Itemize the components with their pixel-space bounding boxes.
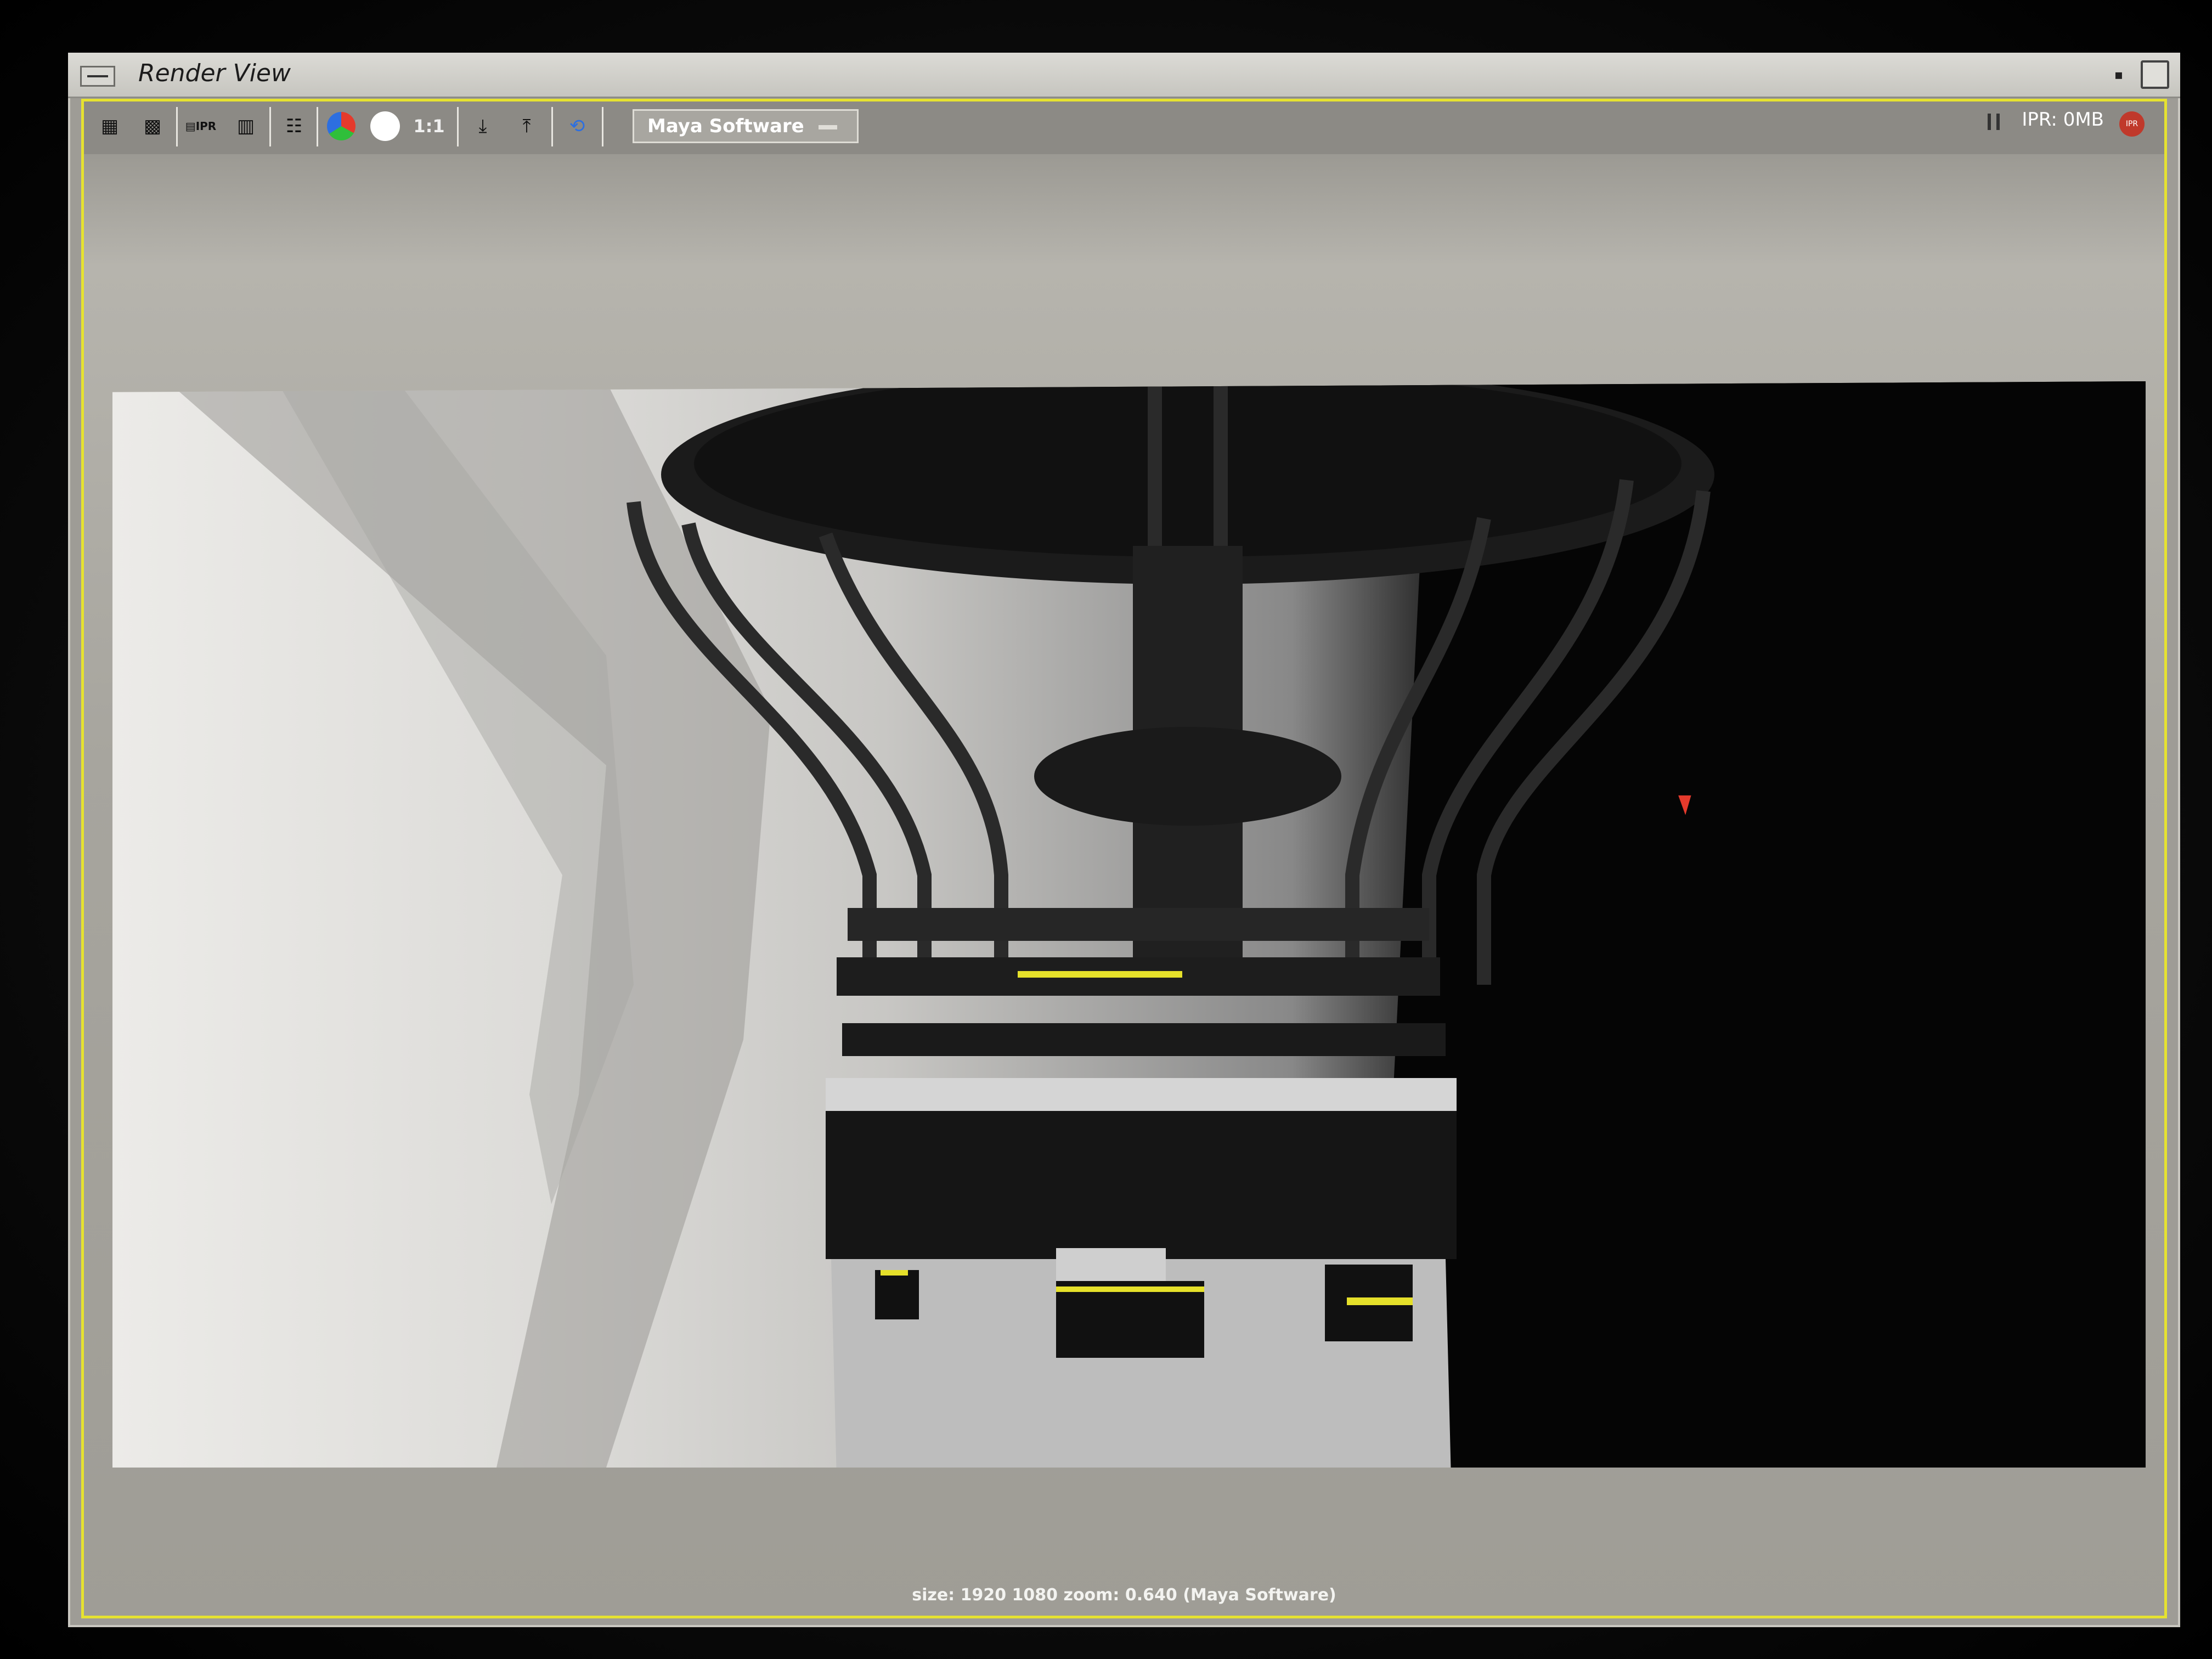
toolbar-separator — [176, 107, 178, 146]
ipr-render-button[interactable]: ▤IPR — [183, 108, 219, 144]
maximize-icon[interactable] — [2141, 60, 2169, 89]
renderer-dropdown-label: Maya Software — [647, 115, 804, 137]
window-menu-button[interactable] — [80, 66, 115, 87]
remove-image-icon: ⤒ — [522, 115, 531, 137]
render-settings-button[interactable]: ☷ — [276, 108, 312, 144]
color-channels-icon — [327, 112, 356, 140]
real-size-button[interactable]: 1:1 — [411, 108, 447, 144]
refresh-ipr-button[interactable]: ▥ — [228, 108, 264, 144]
toolbar-separator — [457, 107, 459, 146]
redo-previous-render-button[interactable]: ▦ — [92, 108, 128, 144]
rendered-scene — [167, 381, 2146, 1468]
real-size-icon: 1:1 — [413, 116, 445, 137]
render-view-panel: ▦ ▩ ▤IPR ▥ ☷ 1:1 ⤓ ⤒ ⟲ Maya Software IPR… — [81, 99, 2167, 1618]
renderer-dropdown[interactable]: Maya Software — [633, 109, 859, 143]
redo-previous-render-icon: ▦ — [100, 115, 119, 137]
refresh-ipr-icon: ▥ — [236, 115, 255, 137]
window-title: Render View — [138, 59, 291, 87]
ipr-render-icon: ▤IPR — [185, 120, 217, 133]
minimize-icon[interactable]: ▪ — [2108, 64, 2130, 86]
dropdown-indicator-icon — [819, 125, 837, 129]
keep-image-icon: ⤓ — [478, 115, 487, 137]
alpha-channel-button[interactable] — [367, 108, 403, 144]
render-region-icon: ▩ — [143, 115, 162, 137]
ipr-memory-label: IPR: 0MB — [2022, 109, 2104, 131]
toolbar-separator — [317, 107, 318, 146]
color-channels-button[interactable] — [323, 108, 359, 144]
render-toolbar: ▦ ▩ ▤IPR ▥ ☷ 1:1 ⤓ ⤒ ⟲ Maya Software IPR… — [84, 101, 2164, 154]
render-info-status: size: 1920 1080 zoom: 0.640 (Maya Softwa… — [912, 1585, 1336, 1605]
title-bar[interactable]: Render View ▪ — [68, 53, 2180, 98]
alpha-channel-icon — [370, 111, 400, 141]
ipr-badge-icon[interactable]: IPR — [2119, 111, 2145, 137]
keep-image-button[interactable]: ⤓ — [465, 108, 501, 144]
pause-icon[interactable] — [1988, 114, 2000, 130]
render-region-button[interactable]: ▩ — [134, 108, 171, 144]
snapshot-button[interactable]: ⟲ — [559, 108, 595, 144]
toolbar-separator — [269, 107, 271, 146]
rendered-image[interactable] — [112, 381, 2146, 1468]
toolbar-separator — [551, 107, 553, 146]
snapshot-icon: ⟲ — [569, 115, 585, 137]
remove-image-button[interactable]: ⤒ — [509, 108, 545, 144]
toolbar-separator — [602, 107, 603, 146]
render-settings-icon: ☷ — [285, 115, 303, 137]
render-view-window: Render View ▪ ▦ ▩ ▤IPR ▥ ☷ 1:1 ⤓ ⤒ ⟲ May… — [68, 53, 2180, 1627]
